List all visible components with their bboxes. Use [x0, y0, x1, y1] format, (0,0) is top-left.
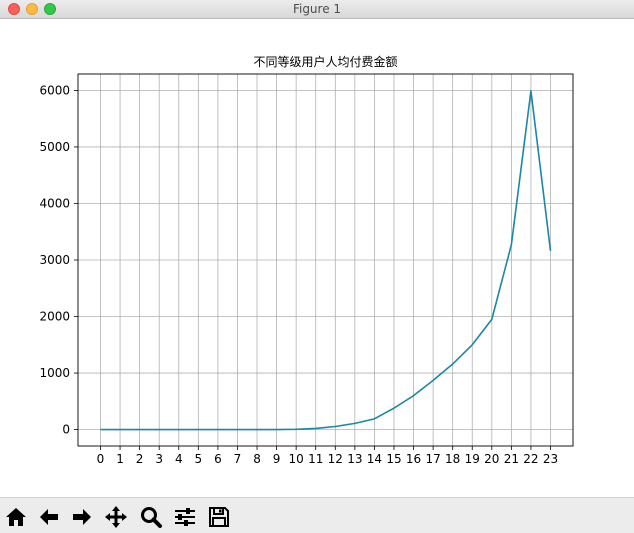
x-tick-label: 12 [328, 452, 343, 466]
x-tick-label: 19 [465, 452, 480, 466]
y-tick-label: 3000 [39, 253, 70, 267]
sliders-icon [175, 508, 195, 526]
forward-button[interactable] [68, 504, 96, 530]
y-tick-label: 5000 [39, 140, 70, 154]
y-tick-label: 6000 [39, 83, 70, 97]
x-tick-label: 18 [445, 452, 460, 466]
x-tick-label: 13 [347, 452, 362, 466]
y-tick-label: 1000 [39, 366, 70, 380]
back-button[interactable] [35, 504, 63, 530]
arrow-right-icon [73, 509, 91, 525]
zoom-button[interactable] [137, 504, 165, 530]
x-tick-label: 1 [116, 452, 124, 466]
x-tick-label: 7 [234, 452, 242, 466]
y-tick-label: 4000 [39, 196, 70, 210]
save-button[interactable] [205, 504, 233, 530]
magnifier-icon [141, 507, 162, 528]
floppy-disk-icon [209, 507, 229, 527]
x-tick-label: 10 [289, 452, 304, 466]
x-tick-label: 16 [406, 452, 421, 466]
x-tick-label: 3 [155, 452, 163, 466]
x-tick-label: 6 [214, 452, 222, 466]
window-titlebar: Figure 1 [0, 0, 634, 19]
x-tick-label: 4 [175, 452, 183, 466]
move-icon [105, 506, 127, 528]
x-tick-label: 2 [136, 452, 144, 466]
chart-title: 不同等级用户人均付费金额 [253, 54, 397, 69]
configure-subplots-button[interactable] [171, 504, 199, 530]
y-tick-label: 0 [62, 423, 70, 437]
x-tick-label: 5 [195, 452, 203, 466]
window-title: Figure 1 [292, 2, 342, 16]
x-tick-label: 15 [386, 452, 401, 466]
x-tick-label: 11 [308, 452, 323, 466]
figure-canvas[interactable]: 不同等级用户人均付费金额 0 1 2 3 4 5 6 7 8 9 10 11 12 13 14 15 16 17 18… [0, 19, 634, 497]
line-chart: 不同等级用户人均付费金额0 1 2 3 4 5 6 7 8 9 10 11 12 13 14 15 16 17 18… [39, 54, 574, 466]
pan-button[interactable] [102, 504, 130, 530]
home-icon [6, 508, 26, 526]
x-tick-label: 21 [504, 452, 519, 466]
x-tick-label: 23 [543, 452, 558, 466]
x-tick-label: 0 [97, 452, 105, 466]
x-tick-label: 14 [367, 452, 382, 466]
navigation-toolbar [0, 497, 634, 533]
x-tick-label: 20 [484, 452, 499, 466]
x-tick-label: 9 [273, 452, 281, 466]
x-tick-label: 8 [253, 452, 261, 466]
home-button[interactable] [2, 504, 30, 530]
x-tick-label: 17 [425, 452, 440, 466]
y-tick-label: 2000 [39, 310, 70, 324]
arrow-left-icon [40, 509, 58, 525]
x-tick-label: 22 [523, 452, 538, 466]
